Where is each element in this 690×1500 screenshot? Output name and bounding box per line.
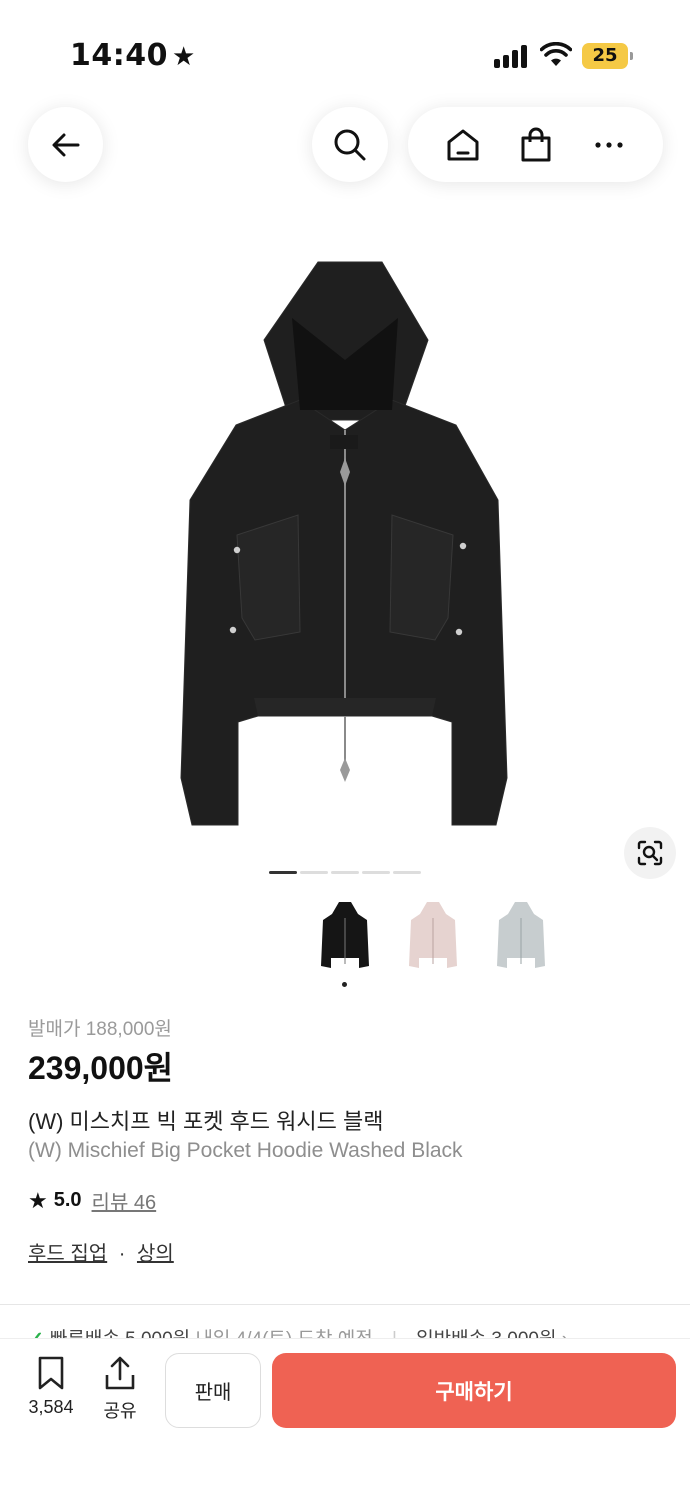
share-label: 공유 <box>103 1401 137 1421</box>
share-button[interactable]: 공유 <box>92 1355 148 1421</box>
cart-button[interactable] <box>506 115 566 175</box>
pagination-dot-active[interactable] <box>269 871 297 874</box>
product-title-english: (W) Mischief Big Pocket Hoodie Washed Bl… <box>28 1139 463 1162</box>
review-link[interactable]: 리뷰 46 <box>92 1186 157 1215</box>
search-button[interactable] <box>312 107 388 182</box>
selected-variant-dot <box>342 982 347 987</box>
category-separator: · <box>118 1243 126 1265</box>
pagination-dot[interactable] <box>362 871 390 874</box>
more-button[interactable] <box>579 115 639 175</box>
search-icon <box>334 129 366 160</box>
status-bar: 14:40 ★ 25 <box>0 0 690 100</box>
gallery-pagination <box>269 871 421 874</box>
wifi-icon <box>540 42 572 66</box>
pagination-dot[interactable] <box>393 871 421 874</box>
back-button[interactable] <box>28 107 103 182</box>
shopping-bag-icon <box>521 127 550 161</box>
product-hero-image[interactable] <box>0 230 690 850</box>
product-title-korean: (W) 미스치프 빅 포켓 후드 워시드 블랙 <box>28 1109 384 1134</box>
signal-icon <box>494 44 530 68</box>
battery-indicator: 25 <box>582 43 633 69</box>
pagination-dot[interactable] <box>331 871 359 874</box>
home-button[interactable] <box>433 115 493 175</box>
variant-thumb-grey[interactable] <box>491 896 551 974</box>
save-button[interactable]: 3,584 <box>18 1355 84 1421</box>
share-icon <box>105 1356 135 1390</box>
image-search-button[interactable] <box>624 827 676 879</box>
bookmark-icon <box>38 1356 64 1390</box>
rating-row: ★ 5.0 리뷰 46 <box>28 1186 156 1215</box>
bottom-action-bar: 3,584 공유 판매 구매하기 <box>0 1338 690 1500</box>
pagination-dot[interactable] <box>300 871 328 874</box>
current-price: 239,000원 <box>28 1050 174 1086</box>
arrow-left-icon <box>52 133 79 156</box>
status-time: 14:40 ★ <box>70 38 196 73</box>
section-divider <box>0 1304 690 1305</box>
category-link-top[interactable]: 상의 <box>137 1243 174 1265</box>
variant-thumb-pink[interactable] <box>403 896 463 974</box>
star-icon: ★ <box>172 42 196 72</box>
buy-button[interactable]: 구매하기 <box>272 1353 676 1428</box>
variant-thumb-black[interactable] <box>315 896 375 974</box>
home-icon <box>447 129 478 160</box>
sell-button[interactable]: 판매 <box>165 1353 261 1428</box>
status-time-text: 14:40 <box>70 38 168 73</box>
save-count: 3,584 <box>28 1397 74 1417</box>
rating-score: 5.0 <box>53 1189 82 1211</box>
more-horizontal-icon <box>594 141 623 148</box>
lens-icon <box>637 840 663 866</box>
star-icon: ★ <box>28 1187 48 1213</box>
category-link-hood-zipup[interactable]: 후드 집업 <box>28 1243 107 1265</box>
release-price: 발매가 188,000원 <box>28 1019 172 1040</box>
category-breadcrumb: 후드 집업 · 상의 <box>28 1237 174 1266</box>
nav-actions-group <box>408 107 663 182</box>
color-variant-list <box>315 896 551 974</box>
